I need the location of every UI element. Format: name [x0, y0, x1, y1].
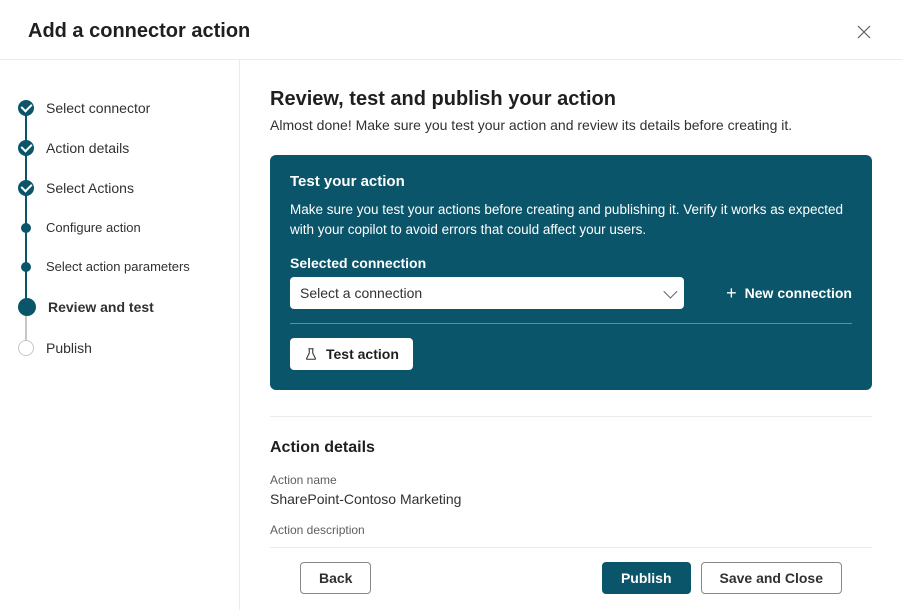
step-indicator-dot — [21, 262, 31, 272]
footer: Back Publish Save and Close — [270, 547, 872, 610]
close-icon — [857, 25, 871, 39]
header: Add a connector action — [0, 0, 902, 59]
new-connection-label: New connection — [745, 285, 852, 301]
action-description-label: Action description — [270, 523, 872, 537]
test-action-label: Test action — [326, 346, 399, 362]
step-label: Select Actions — [46, 180, 134, 196]
step-label: Review and test — [48, 299, 154, 315]
test-card-description: Make sure you test your actions before c… — [290, 200, 852, 239]
back-label: Back — [319, 570, 352, 586]
connection-row: Select a connection + New connection — [290, 277, 852, 324]
new-connection-button[interactable]: + New connection — [726, 284, 852, 302]
section-divider — [270, 416, 872, 417]
step-review-test[interactable]: Review and test — [18, 286, 221, 328]
connection-select-value: Select a connection — [300, 285, 422, 301]
save-close-label: Save and Close — [720, 570, 824, 586]
step-indicator-done — [18, 100, 34, 116]
step-label: Select action parameters — [46, 259, 190, 274]
plus-icon: + — [726, 284, 737, 302]
step-publish[interactable]: Publish — [18, 328, 221, 368]
connection-label: Selected connection — [290, 255, 852, 271]
step-indicator-pending — [18, 340, 34, 356]
connection-select[interactable]: Select a connection — [290, 277, 684, 309]
step-label: Configure action — [46, 220, 141, 235]
details-section-title: Action details — [270, 439, 872, 457]
header-title: Add a connector action — [28, 20, 250, 43]
test-action-button[interactable]: Test action — [290, 338, 413, 370]
step-label: Action details — [46, 140, 129, 156]
step-indicator-dot — [21, 223, 31, 233]
step-select-connector[interactable]: Select connector — [18, 88, 221, 128]
step-indicator-done — [18, 140, 34, 156]
step-action-details[interactable]: Action details — [18, 128, 221, 168]
publish-button[interactable]: Publish — [602, 562, 691, 594]
content: Review, test and publish your action Alm… — [240, 60, 902, 610]
page-subtitle: Almost done! Make sure you test your act… — [270, 117, 872, 133]
step-select-actions[interactable]: Select Actions — [18, 168, 221, 208]
save-close-button[interactable]: Save and Close — [701, 562, 843, 594]
step-configure-action[interactable]: Configure action — [18, 208, 221, 247]
back-button[interactable]: Back — [300, 562, 371, 594]
stepper: Select connector Action details Select A… — [18, 88, 221, 368]
action-name-value: SharePoint-Contoso Marketing — [270, 491, 872, 507]
close-button[interactable] — [854, 22, 874, 42]
step-label: Select connector — [46, 100, 150, 116]
action-name-label: Action name — [270, 473, 872, 487]
test-card-title: Test your action — [290, 173, 852, 190]
page-title: Review, test and publish your action — [270, 88, 872, 111]
stepper-sidebar: Select connector Action details Select A… — [0, 60, 240, 610]
footer-actions: Publish Save and Close — [602, 562, 842, 594]
main: Select connector Action details Select A… — [0, 60, 902, 610]
chevron-down-icon — [663, 285, 677, 299]
step-select-parameters[interactable]: Select action parameters — [18, 247, 221, 286]
test-action-card: Test your action Make sure you test your… — [270, 155, 872, 390]
step-indicator-done — [18, 180, 34, 196]
beaker-icon — [304, 347, 318, 361]
content-scroll[interactable]: Review, test and publish your action Alm… — [270, 88, 872, 547]
step-indicator-active — [18, 298, 36, 316]
step-label: Publish — [46, 340, 92, 356]
publish-label: Publish — [621, 570, 672, 586]
